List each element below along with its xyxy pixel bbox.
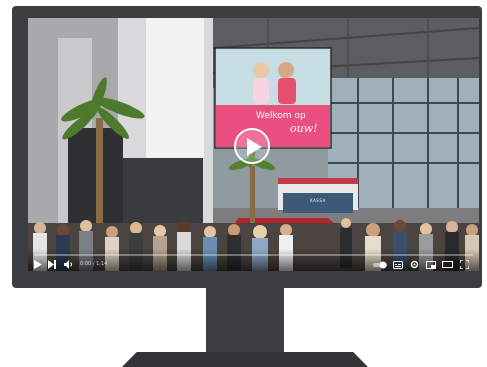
play-overlay-button[interactable] — [234, 128, 270, 164]
settings-button[interactable] — [410, 260, 419, 269]
monitor-stand-base — [122, 352, 368, 367]
autoplay-toggle[interactable] — [373, 260, 387, 269]
play-button[interactable] — [34, 260, 42, 269]
theater-icon — [442, 261, 453, 268]
settings-icon — [410, 260, 419, 269]
miniplayer-icon — [426, 260, 436, 269]
next-button[interactable] — [48, 260, 56, 269]
video-controls-bar: 0:00 / 1:14 — [28, 249, 479, 271]
volume-icon — [64, 260, 72, 269]
theater-button[interactable] — [442, 260, 453, 269]
next-icon — [48, 260, 56, 269]
billboard-headline: Welkom op — [256, 111, 306, 121]
progress-bar[interactable] — [34, 254, 473, 256]
subtitles-button[interactable] — [393, 260, 403, 269]
time-display: 0:00 / 1:14 — [80, 261, 108, 267]
fullscreen-icon — [460, 260, 469, 269]
autoplay-icon — [373, 261, 387, 268]
subtitles-icon — [393, 260, 403, 269]
billboard-script-text: ouw! — [290, 122, 318, 135]
play-icon — [34, 260, 42, 269]
fullscreen-button[interactable] — [460, 260, 469, 269]
video-player[interactable]: Welkom op ouw! KASSA 0:00 / 1:14 — [28, 18, 479, 271]
miniplayer-button[interactable] — [426, 260, 436, 269]
volume-button[interactable] — [64, 260, 73, 269]
kassa-sign: KASSA — [310, 198, 326, 203]
play-circle-icon — [247, 138, 262, 156]
monitor-stand-neck — [206, 286, 284, 358]
